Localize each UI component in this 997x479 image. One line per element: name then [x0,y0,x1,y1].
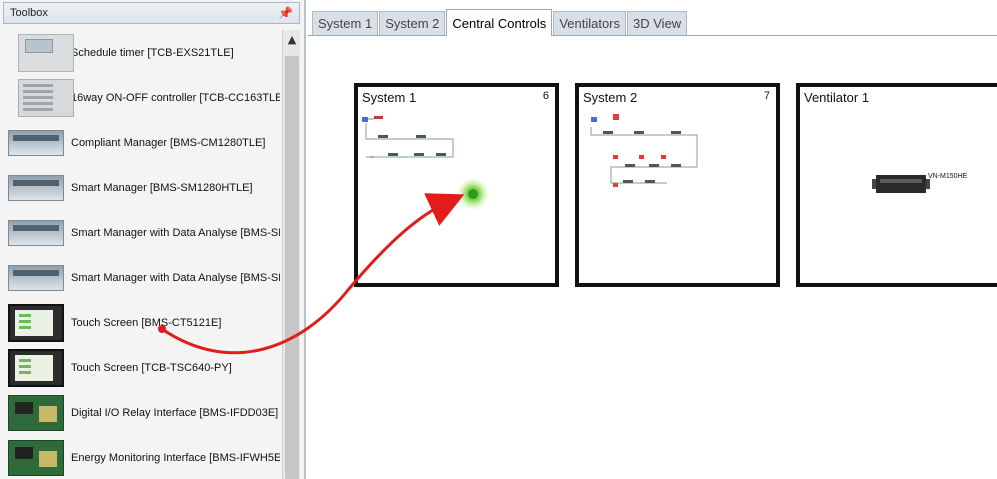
tab-3d-view[interactable]: 3D View [627,11,688,35]
toolbox-item-label: Touch Screen [BMS-CT5121E] [71,316,222,329]
smart-manager-icon [8,174,64,201]
view-tab-bar: System 1 System 2 Central Controls Venti… [308,9,997,36]
tab-central-controls[interactable]: Central Controls [446,9,553,36]
toolbox-item-touch-screen-2[interactable]: Touch Screen [TCB-TSC640-PY] [8,345,280,390]
toolbox-item-smart-manager-data-2[interactable]: Smart Manager with Data Analyse [BMS-SM1… [8,255,280,300]
ventilator-card-1[interactable]: Ventilator 1 VN-M150HE [796,83,997,287]
tab-system-2[interactable]: System 2 [379,11,446,35]
system-1-diagram [362,116,454,158]
toolbox-item-energy-monitoring[interactable]: Energy Monitoring Interface [BMS-IFWH5E] [8,435,280,479]
toolbox-item-onoff-controller[interactable]: 16way ON-OFF controller [TCB-CC163TLE] [8,75,280,120]
toolbox-item-touch-screen-1[interactable]: Touch Screen [BMS-CT5121E] [8,300,280,345]
toolbox-item-digital-io[interactable]: Digital I/O Relay Interface [BMS-IFDD03E… [8,390,280,435]
ventilator-diagram [872,175,930,193]
ventilator-card-title: Ventilator 1 [804,90,870,105]
smart-manager-icon [8,219,64,246]
system-card-2[interactable]: System 2 7 [575,83,780,287]
scroll-up-arrow-icon[interactable]: ▲ [283,30,301,48]
circuit-board-icon [8,439,64,476]
toolbox-item-schedule-timer[interactable]: Schedule timer [TCB-EXS21TLE] [8,30,280,75]
pin-icon[interactable]: 📌 [278,6,293,20]
toolbox-item-label: Schedule timer [TCB-EXS21TLE] [71,46,234,59]
system-2-diagram [590,114,698,187]
circuit-board-icon [8,394,64,431]
system-card-title: System 2 [583,90,638,105]
onoff-controller-icon [18,78,74,117]
toolbox-item-compliant-manager[interactable]: Compliant Manager [BMS-CM1280TLE] [8,120,280,165]
compliant-manager-icon [8,129,64,156]
schedule-timer-icon [18,33,74,72]
toolbox-item-label: Smart Manager with Data Analyse [BMS-SM1… [71,271,280,284]
system-2-outdoor-unit-icon [591,117,597,122]
system-1-outdoor-unit-icon [362,117,368,122]
toolbox-list: Schedule timer [TCB-EXS21TLE] 16way ON-O… [8,30,280,479]
system-card-count: 7 [763,90,770,102]
tab-system-1[interactable]: System 1 [312,11,379,35]
toolbox-item-smart-manager[interactable]: Smart Manager [BMS-SM1280HTLE] [8,165,280,210]
smart-manager-icon [8,264,64,291]
toolbox-item-label: 16way ON-OFF controller [TCB-CC163TLE] [71,91,280,104]
system-card-1[interactable]: System 1 6 [354,83,559,287]
ventilator-unit-icon [876,175,926,193]
toolbox-panel: Toolbox 📌 Schedule timer [TCB-EXS21TLE] … [0,0,306,479]
toolbox-item-label: Digital I/O Relay Interface [BMS-IFDD03E… [71,406,279,419]
ventilator-model-label: VN-M150HE [928,173,968,180]
toolbox-item-label: Energy Monitoring Interface [BMS-IFWH5E] [71,451,280,464]
system-card-count: 6 [542,90,549,102]
touch-screen-icon [8,348,64,387]
toolbox-title: Toolbox [10,7,48,19]
toolbox-scrollbar[interactable]: ▲ [282,30,300,479]
toolbox-item-smart-manager-data-1[interactable]: Smart Manager with Data Analyse [BMS-SM1… [8,210,280,255]
toolbox-item-label: Compliant Manager [BMS-CM1280TLE] [71,136,266,149]
scrollbar-thumb[interactable] [285,56,299,479]
toolbox-item-label: Smart Manager [BMS-SM1280HTLE] [71,181,253,194]
system-1-pipe-network [365,123,454,158]
toolbox-item-label: Touch Screen [TCB-TSC640-PY] [71,361,232,374]
tab-ventilators[interactable]: Ventilators [553,11,627,35]
toolbox-item-label: Smart Manager with Data Analyse [BMS-SM1… [71,226,280,239]
central-controls-canvas[interactable]: System 1 6 System 2 7 Ventilator 1 VN-M1… [308,37,997,479]
toolbox-header: Toolbox 📌 [3,2,300,24]
touch-screen-icon [8,303,64,342]
system-card-title: System 1 [362,90,417,105]
